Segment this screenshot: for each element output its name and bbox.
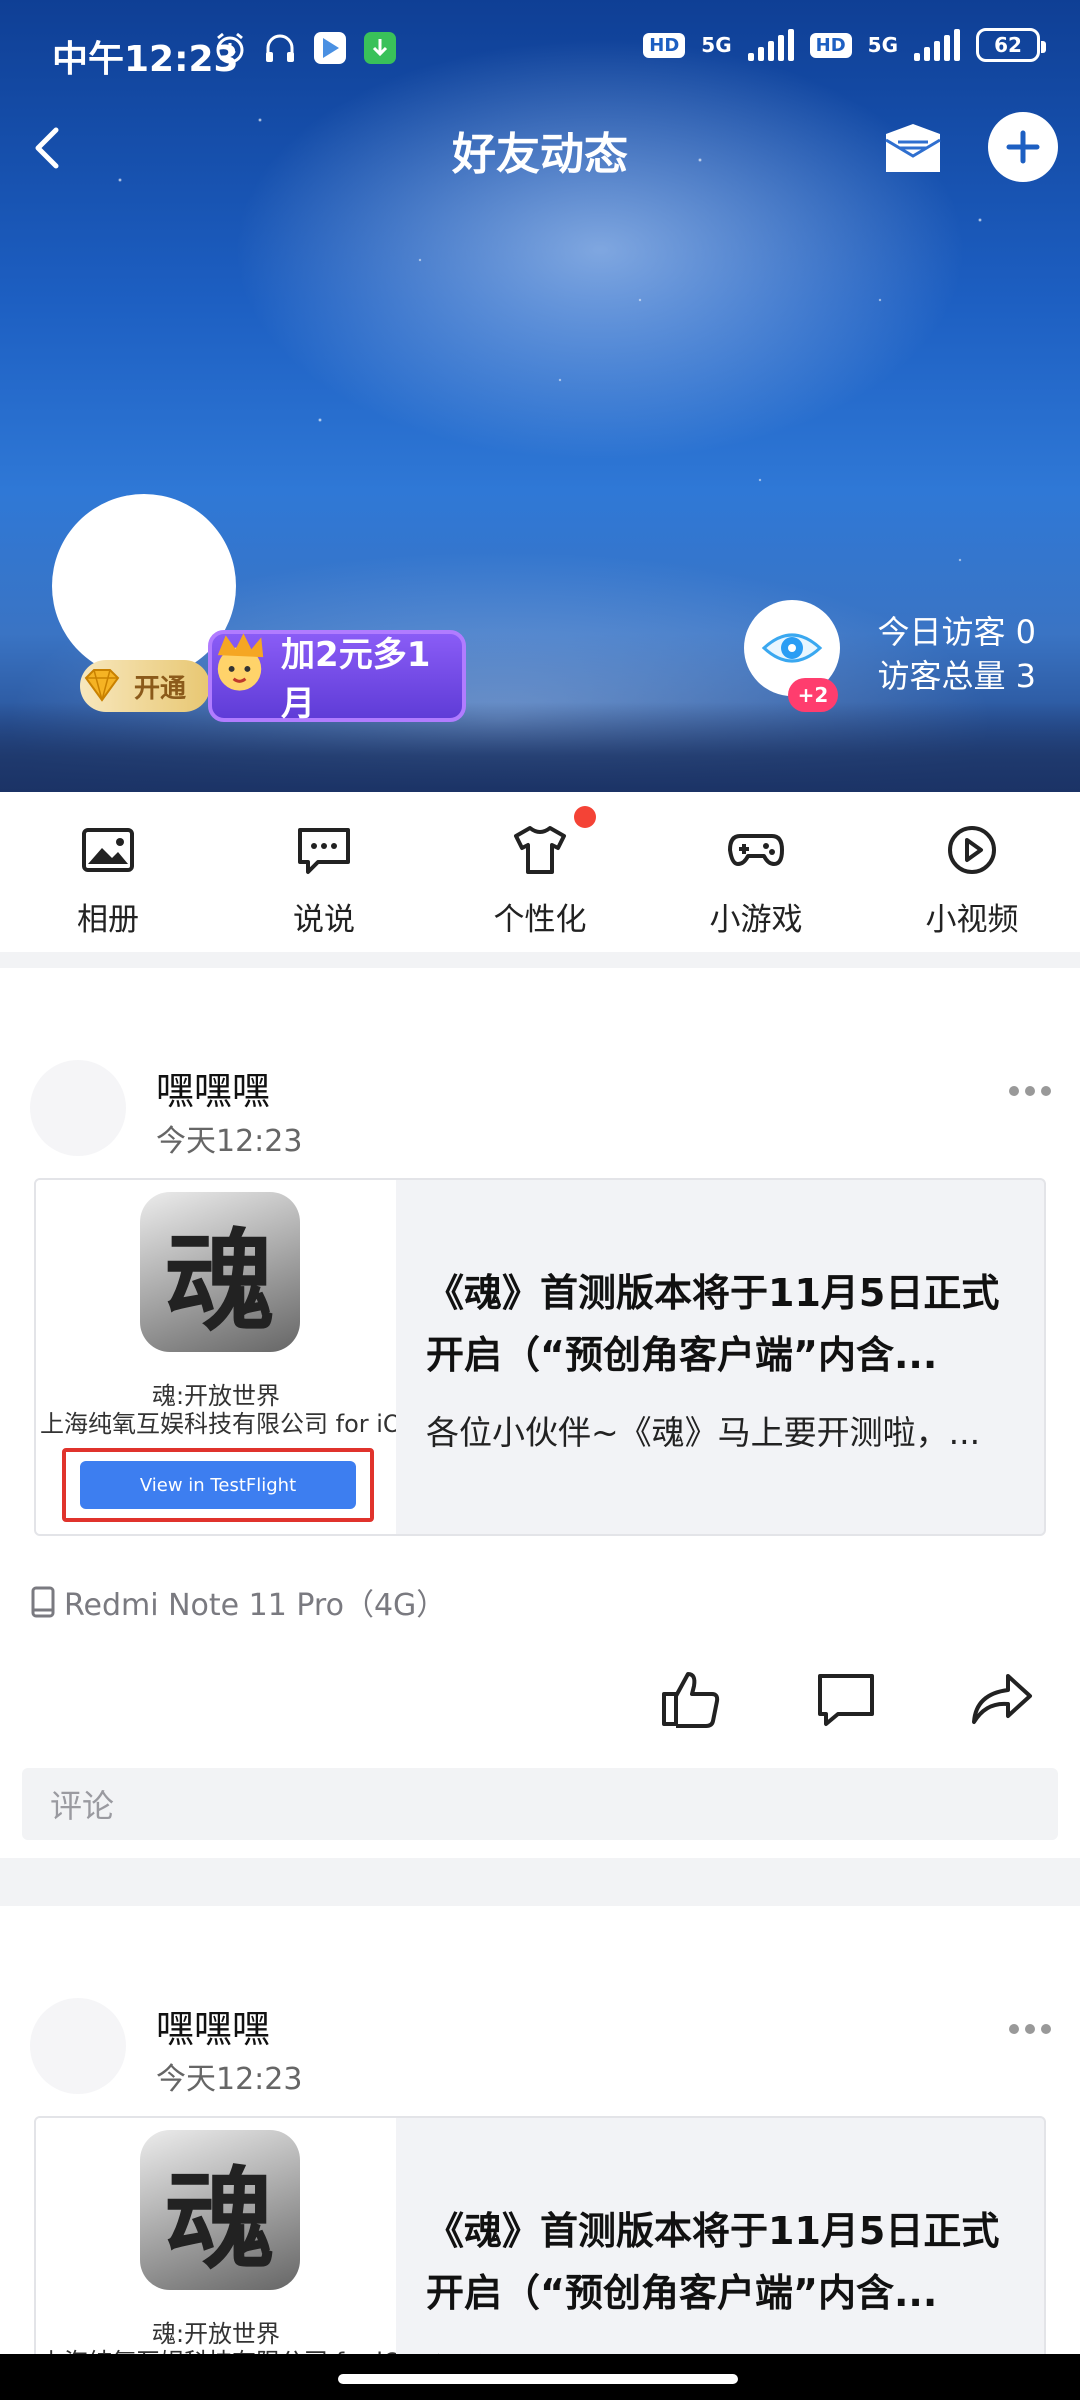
share-thumbnail: 魂 魂:开放世界 上海纯氧互娱科技有限公司 for iOS View in Te… — [36, 1180, 396, 1534]
share-arrow-icon — [972, 1674, 1032, 1724]
quicknav-label: 说说 — [293, 902, 355, 938]
eye-icon — [761, 633, 823, 663]
top-nav-bar: 好友动态 — [0, 104, 1080, 194]
quicknav-shuoshuo[interactable]: 说说 — [216, 792, 432, 952]
vip-open-button[interactable]: 开通 — [80, 660, 210, 712]
quicknav-label: 相册 — [77, 902, 139, 938]
testflight-button: View in TestFlight — [80, 1461, 356, 1509]
more-options-icon[interactable] — [1000, 1076, 1060, 1106]
promo-text: 加2元多1月 — [281, 635, 431, 724]
testflight-highlight-frame: View in TestFlight — [62, 1448, 374, 1522]
visitor-new-badge: +2 — [788, 678, 838, 712]
play-circle-icon — [948, 826, 996, 874]
quick-nav-bar: 相册 说说 个性化 小游戏 小视频 — [0, 792, 1080, 952]
quicknav-label: 小视频 — [925, 902, 1019, 938]
app-icon-glyph: 魂 — [165, 2155, 275, 2284]
post-author-name[interactable]: 嘿嘿嘿 — [156, 1060, 270, 1115]
comment-button[interactable] — [768, 1658, 924, 1738]
home-indicator-area — [0, 2354, 1080, 2400]
gamepad-icon — [728, 834, 784, 866]
quicknav-album[interactable]: 相册 — [0, 792, 216, 952]
post-time: 今天12:23 — [156, 1124, 303, 1159]
vip-open-label: 开通 — [134, 673, 187, 704]
download-app-icon — [364, 32, 396, 64]
chat-dots-icon — [298, 828, 350, 874]
quicknav-personalize[interactable]: 个性化 — [432, 792, 648, 952]
app-icon: 魂 — [140, 2130, 300, 2290]
visitor-stats[interactable]: 今日访客 0 访客总量 3 — [877, 610, 1036, 698]
comment-input[interactable]: 评论 — [22, 1768, 1058, 1840]
quicknav-label: 小游戏 — [709, 902, 803, 938]
app-icon-glyph: 魂 — [165, 1217, 275, 1346]
status-time: 中午12:23 — [52, 39, 239, 80]
post-actions — [612, 1658, 1080, 1738]
shirt-icon — [514, 826, 566, 874]
mascot-icon — [217, 633, 264, 691]
alarm-icon — [216, 32, 244, 64]
share-button[interactable] — [924, 1658, 1080, 1738]
post-author-name[interactable]: 嘿嘿嘿 — [156, 1998, 270, 2053]
photo-icon — [82, 828, 134, 872]
network-type-1: 5G — [701, 33, 732, 57]
shared-link-card[interactable]: 魂 魂:开放世界 上海纯氧互娱科技有限公司 for iOS View in Te… — [34, 1178, 1046, 1536]
battery-icon: 62 — [976, 28, 1046, 62]
signal-icon-2 — [914, 29, 960, 61]
post-author-avatar[interactable] — [30, 1060, 126, 1156]
cover-image[interactable]: 中午12:23 HD 5G HD 5G 62 好友动态 开通 加2元多1月 +2… — [0, 0, 1080, 792]
app-icon: 魂 — [140, 1192, 300, 1352]
mailbox-icon[interactable] — [878, 114, 948, 184]
post-time: 今天12:23 — [156, 2062, 303, 2097]
thumbs-up-icon — [662, 1672, 720, 1728]
quicknav-label: 个性化 — [493, 902, 587, 938]
quicknav-games[interactable]: 小游戏 — [648, 792, 864, 952]
new-indicator-dot — [574, 806, 596, 828]
signal-icon — [747, 29, 794, 61]
feed-post: 嘿嘿嘿 今天12:23 魂 魂:开放世界 上海纯氧互娱科技有限公司 for iO… — [0, 968, 1080, 1858]
battery-level: 62 — [994, 33, 1022, 57]
hd-badge: HD — [643, 32, 686, 58]
headphones-icon — [266, 34, 294, 62]
plus-icon — [1006, 130, 1040, 164]
qzone-feed-page: 中午12:23 HD 5G HD 5G 62 好友动态 开通 加2元多1月 +2… — [0, 0, 1080, 2400]
post-author-avatar[interactable] — [30, 1998, 126, 2094]
today-visitors: 今日访客 0 — [877, 613, 1036, 651]
network-type-2: 5G — [867, 33, 898, 57]
status-bar: 中午12:23 HD 5G HD 5G 62 — [0, 0, 1080, 104]
device-name: Redmi Note 11 Pro（4G） — [64, 1588, 447, 1623]
more-options-icon[interactable] — [1000, 2014, 1060, 2044]
share-title: 《魂》首测版本将于11月5日正式开启（“预创角客户端”内含... — [426, 1271, 1000, 1377]
vip-promo-banner[interactable]: 加2元多1月 — [208, 630, 466, 724]
add-post-button[interactable] — [988, 112, 1058, 182]
status-system-icons: HD 5G HD 5G 62 — [643, 28, 1046, 62]
like-button[interactable] — [612, 1658, 768, 1738]
share-title: 《魂》首测版本将于11月5日正式开启（“预创角客户端”内含... — [426, 2209, 1000, 2315]
quicknav-videos[interactable]: 小视频 — [864, 792, 1080, 952]
feed-post: 嘿嘿嘿 今天12:23 魂 魂:开放世界 上海纯氧互娱科技有限公司 for iO… — [0, 1906, 1080, 2400]
horizon-decoration — [0, 702, 1080, 792]
play-store-icon — [314, 32, 346, 64]
share-description: 各位小伙伴~《魂》马上要开测啦，... — [426, 1413, 981, 1452]
phone-icon — [31, 1586, 55, 1618]
home-indicator-bar[interactable] — [338, 2374, 738, 2384]
status-notification-icons — [212, 30, 398, 66]
total-visitors: 访客总量 3 — [877, 657, 1036, 695]
device-source: Redmi Note 11 Pro（4G） — [30, 1580, 446, 1624]
diamond-icon — [84, 669, 120, 702]
app-developer: 上海纯氧互娱科技有限公司 for iOS — [40, 1410, 396, 1438]
hd-badge-2: HD — [809, 32, 852, 58]
comment-icon — [818, 1674, 874, 1726]
